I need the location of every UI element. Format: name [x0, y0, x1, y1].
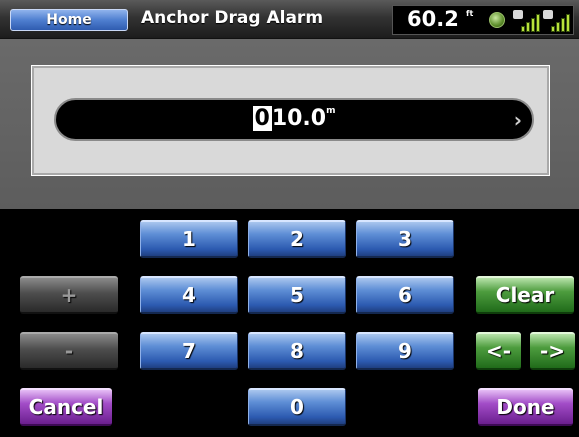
depth-readout: 60.2 ft — [392, 5, 574, 35]
cursor-right-button[interactable]: -> — [530, 332, 575, 370]
depth-value: 60.2 — [407, 7, 459, 31]
key-0[interactable]: 0 — [248, 388, 346, 426]
entry-unit: m — [326, 106, 336, 116]
key-1[interactable]: 1 — [140, 220, 238, 258]
key-3[interactable]: 3 — [356, 220, 454, 258]
depth-unit: ft — [466, 9, 474, 18]
value-input[interactable]: 010.0m › — [54, 98, 534, 141]
key-6[interactable]: 6 — [356, 276, 454, 314]
home-button[interactable]: Home — [10, 9, 128, 31]
decrement-button[interactable]: - — [20, 332, 118, 370]
key-4[interactable]: 4 — [140, 276, 238, 314]
key-5[interactable]: 5 — [248, 276, 346, 314]
weather-signal-icon — [543, 10, 573, 32]
cursor-left-button[interactable]: <- — [476, 332, 521, 370]
increment-button[interactable]: + — [20, 276, 118, 314]
chevron-right-icon[interactable]: › — [514, 108, 522, 132]
key-7[interactable]: 7 — [140, 332, 238, 370]
value-display: 010.0m — [56, 106, 532, 131]
compass-icon — [489, 12, 505, 28]
page-title: Anchor Drag Alarm — [141, 8, 324, 28]
key-9[interactable]: 9 — [356, 332, 454, 370]
key-8[interactable]: 8 — [248, 332, 346, 370]
key-2[interactable]: 2 — [248, 220, 346, 258]
gps-signal-icon — [513, 10, 543, 32]
cancel-button[interactable]: Cancel — [20, 388, 112, 426]
entry-value-text: 10.0 — [271, 106, 327, 131]
entry-cursor: 0 — [252, 106, 272, 131]
done-button[interactable]: Done — [478, 388, 573, 426]
clear-button[interactable]: Clear — [476, 276, 574, 314]
top-bar: Home Anchor Drag Alarm 60.2 ft — [0, 0, 579, 39]
